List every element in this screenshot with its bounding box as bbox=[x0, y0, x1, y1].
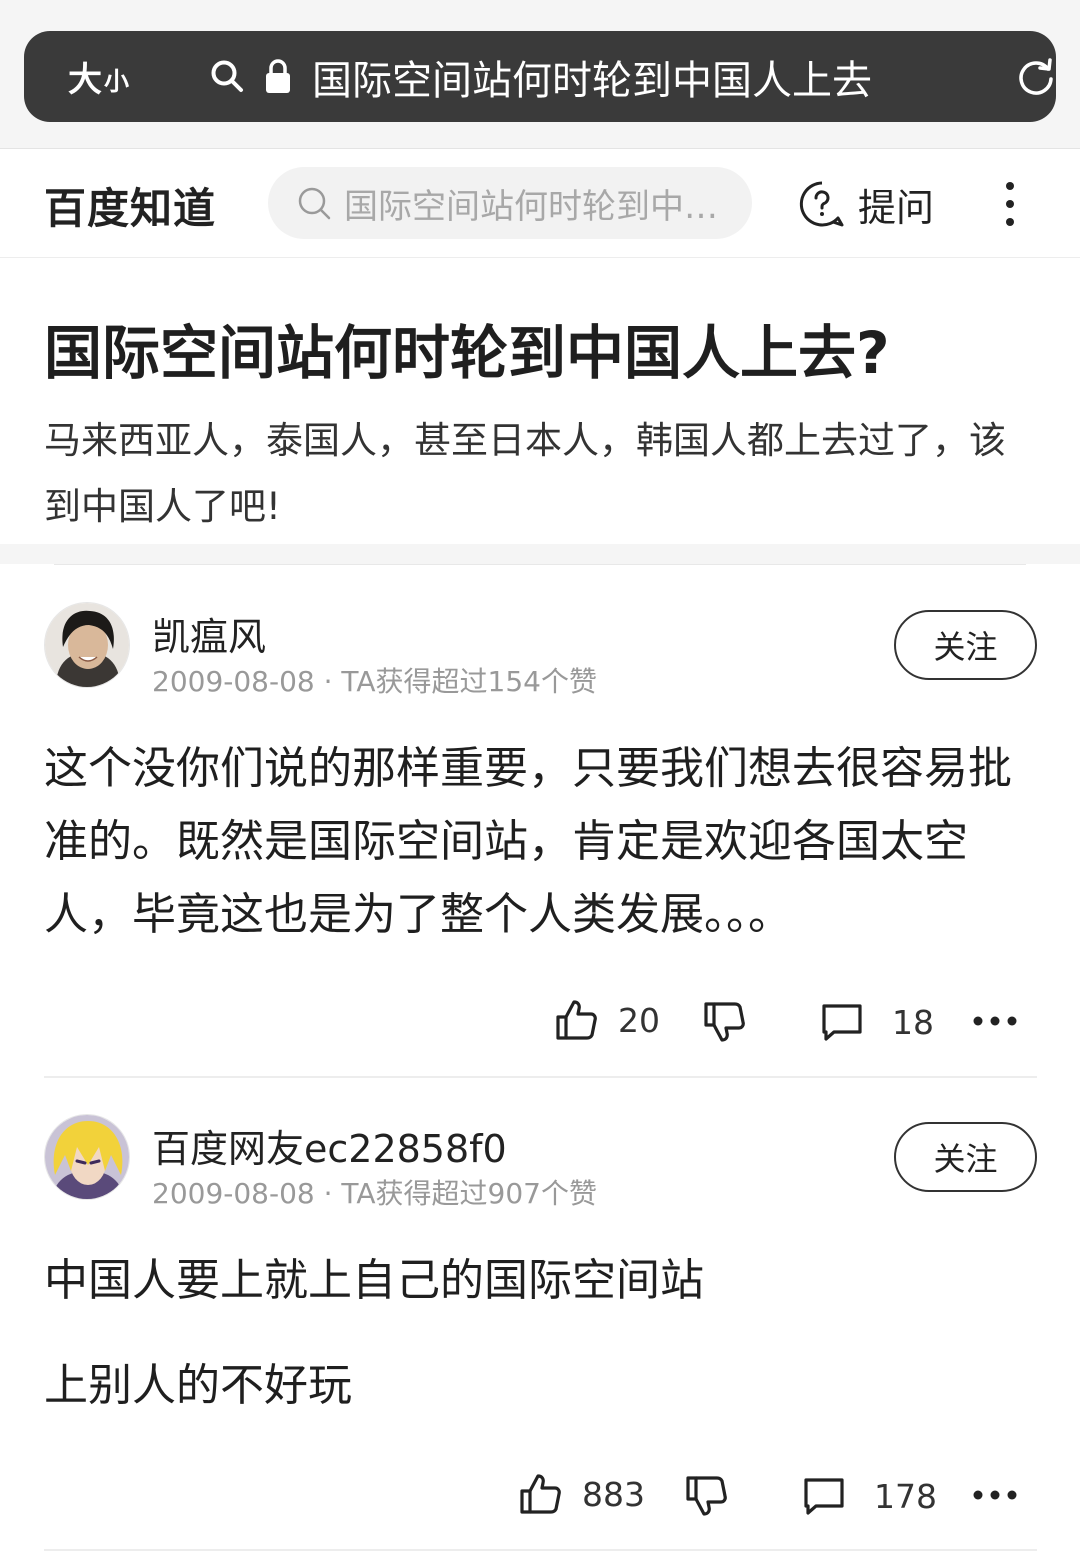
comment-button[interactable]: 18 bbox=[820, 1000, 934, 1044]
answer-body-line: 上别人的不好玩 bbox=[44, 1360, 352, 1411]
baidu-zhidao-logo[interactable]: 百度知道 bbox=[44, 175, 216, 236]
search-placeholder: 国际空间站何时轮到中… bbox=[344, 186, 718, 227]
search-input[interactable]: 国际空间站何时轮到中… bbox=[268, 167, 752, 239]
lock-icon bbox=[266, 59, 290, 93]
comment-count: 18 bbox=[892, 1002, 934, 1042]
like-button[interactable]: 883 bbox=[518, 1472, 645, 1516]
answer-meta: 2009-08-08 · TA获得超过907个赞 bbox=[152, 1177, 597, 1210]
like-count: 20 bbox=[618, 1000, 660, 1040]
ask-label: 提问 bbox=[858, 185, 935, 230]
answer-meta: 2009-08-08 · TA获得超过154个赞 bbox=[152, 665, 597, 698]
answer-body-line: 中国人要上就上自己的国际空间站 bbox=[44, 1255, 704, 1306]
thumbs-down-icon bbox=[704, 1002, 745, 1042]
dislike-button[interactable] bbox=[702, 1000, 746, 1044]
avatar[interactable] bbox=[44, 602, 130, 688]
answer-card: 凯瘟风 2009-08-08 · TA获得超过154个赞 关注 这个没你们说的那… bbox=[0, 564, 1080, 1076]
thumbs-down-icon bbox=[686, 1476, 727, 1516]
site-header: 百度知道 国际空间站何时轮到中… 提问 bbox=[0, 148, 1080, 258]
comment-icon bbox=[804, 1478, 844, 1515]
search-icon[interactable] bbox=[210, 59, 244, 93]
question-title: 国际空间站何时轮到中国人上去? bbox=[44, 319, 890, 387]
browser-bar: 大 小 国际空间站何时轮到中国人上去 bbox=[0, 0, 1080, 148]
ask-question-button[interactable]: 提问 bbox=[798, 175, 934, 233]
username[interactable]: 凯瘟风 bbox=[152, 606, 266, 661]
question-description: 马来西亚人，泰国人，甚至日本人，韩国人都上去过了，该到中国人了吧! bbox=[44, 419, 1006, 528]
dislike-button[interactable] bbox=[684, 1474, 728, 1518]
thumbs-up-icon bbox=[520, 1474, 561, 1514]
section-divider bbox=[0, 544, 1080, 564]
question-section: 国际空间站何时轮到中国人上去? 马来西亚人，泰国人，甚至日本人，韩国人都上去过了… bbox=[0, 258, 1080, 544]
more-horizontal-icon[interactable] bbox=[972, 1488, 1018, 1502]
comment-count: 178 bbox=[874, 1476, 937, 1516]
follow-button[interactable]: 关注 bbox=[894, 1122, 1037, 1192]
comment-icon bbox=[822, 1004, 862, 1041]
help-circle-icon bbox=[799, 181, 844, 227]
url-title[interactable]: 国际空间站何时轮到中国人上去 bbox=[312, 31, 972, 122]
search-icon bbox=[298, 187, 331, 220]
answer-card: 百度网友ec22858f0 2009-08-08 · TA获得超过907个赞 关… bbox=[0, 1078, 1080, 1548]
more-horizontal-icon[interactable] bbox=[972, 1014, 1018, 1028]
address-bar[interactable]: 大 小 国际空间站何时轮到中国人上去 bbox=[24, 31, 1056, 122]
font-size-big-label: 大 bbox=[68, 60, 102, 100]
font-size-button[interactable]: 大 小 bbox=[68, 31, 129, 122]
avatar[interactable] bbox=[44, 1114, 130, 1200]
thumbs-up-icon bbox=[556, 1000, 597, 1040]
more-vertical-icon[interactable] bbox=[998, 179, 1022, 229]
answer-body: 这个没你们说的那样重要，只要我们想去很容易批准的。既然是国际空间站，肯定是欢迎各… bbox=[44, 743, 1012, 940]
reload-icon[interactable] bbox=[1014, 55, 1058, 99]
follow-button[interactable]: 关注 bbox=[894, 610, 1037, 680]
comment-button[interactable]: 178 bbox=[802, 1474, 937, 1518]
like-button[interactable]: 20 bbox=[554, 998, 660, 1042]
font-size-small-label: 小 bbox=[104, 66, 130, 96]
divider bbox=[44, 1549, 1037, 1551]
like-count: 883 bbox=[582, 1474, 645, 1514]
username[interactable]: 百度网友ec22858f0 bbox=[152, 1118, 507, 1173]
